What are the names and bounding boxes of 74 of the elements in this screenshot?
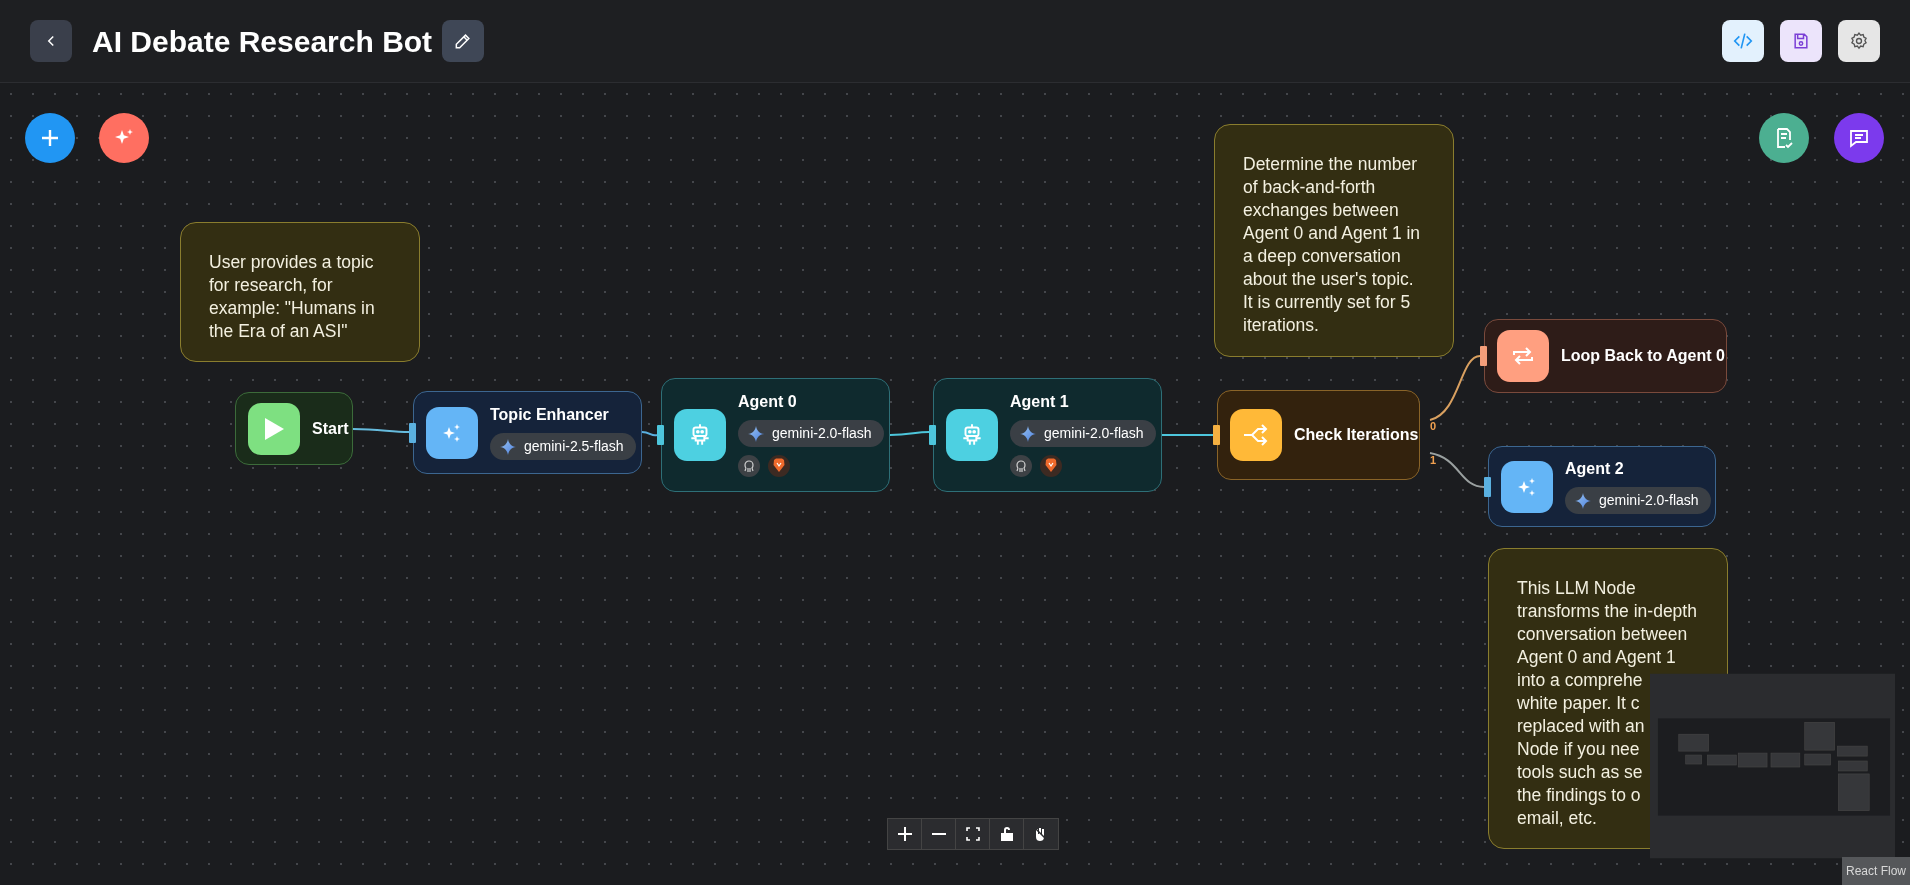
note-text-line: conversation between xyxy=(1517,623,1688,646)
connection-handle[interactable] xyxy=(1484,476,1491,497)
node-title: Loop Back to Agent 0 xyxy=(1561,346,1725,366)
add-node-button[interactable] xyxy=(25,113,75,163)
connector-line xyxy=(352,428,410,433)
workflow-node[interactable]: Agent 0 gemini-2.0-flash xyxy=(661,378,890,492)
workflow-node[interactable]: Agent 2 gemini-2.0-flash xyxy=(1488,446,1716,527)
workflow-node[interactable]: Topic Enhancer gemini-2.5-flash xyxy=(413,391,642,474)
workflow-node[interactable]: Check Iterations xyxy=(1217,390,1420,480)
note-text-line: This LLM Node xyxy=(1517,577,1636,600)
shield-icon xyxy=(768,454,790,477)
note-text-line: replaced with an xyxy=(1517,715,1645,738)
model-chip: gemini-2.0-flash xyxy=(1565,487,1711,515)
output-label: 1 xyxy=(1430,453,1437,468)
node-title: Agent 0 xyxy=(738,392,798,412)
workflow-node[interactable]: Agent 1 gemini-2.0-flash xyxy=(933,378,1162,492)
model-chip: gemini-2.5-flash xyxy=(490,433,636,461)
sparkle-icon xyxy=(1501,460,1553,513)
gemini-star-icon xyxy=(500,438,516,455)
code-button[interactable] xyxy=(1722,20,1764,62)
connector-line xyxy=(1429,452,1485,488)
connection-handle[interactable] xyxy=(657,425,664,445)
node-title: Agent 2 xyxy=(1565,459,1625,480)
workflow-node[interactable]: Start xyxy=(235,392,353,465)
node-title: Topic Enhancer xyxy=(490,405,610,426)
flow-title: AI Debate Research Bot xyxy=(92,23,433,60)
padlock-icon xyxy=(999,826,1014,842)
note-text-line: the findings to o xyxy=(1517,784,1641,807)
repeat-icon xyxy=(1497,330,1549,382)
sparkle-button[interactable] xyxy=(99,113,149,163)
validate-button[interactable] xyxy=(1759,113,1809,163)
node-title: Start xyxy=(312,418,349,439)
connector-line xyxy=(1429,355,1481,421)
play-icon xyxy=(248,402,300,455)
gemini-star-icon xyxy=(1575,492,1591,509)
note-text-line: into a comprehe xyxy=(1517,669,1643,692)
workflow-node[interactable]: Loop Back to Agent 0 xyxy=(1484,319,1727,393)
settings-button[interactable] xyxy=(1838,20,1880,62)
note-text-line: transforms the in-depth xyxy=(1517,600,1697,623)
note-text-line: white paper. It c xyxy=(1517,692,1640,715)
note-text-line: email, etc. xyxy=(1517,807,1597,830)
robot-icon xyxy=(674,409,726,461)
note-text-line: Node if you nee xyxy=(1517,738,1640,761)
connector-line xyxy=(889,431,930,436)
connection-handle[interactable] xyxy=(929,425,936,445)
note-text: Determine the number of back-and-forth exchanges between Agent 0 and Agent 1 in a deep conversation about the user's topic. It is currently set for 5 iterations. xyxy=(1243,153,1422,337)
edit-button[interactable] xyxy=(442,20,485,62)
gemini-star-icon xyxy=(1020,425,1036,442)
minus-icon xyxy=(930,832,947,836)
split-arrows-icon xyxy=(1230,409,1282,461)
attribution-link[interactable]: React Flow xyxy=(1841,857,1910,885)
shield-icon xyxy=(1040,454,1062,477)
save-button[interactable] xyxy=(1780,20,1822,62)
note-text: User provides a topic for research, for example: "Humans in the Era of an ASI" xyxy=(209,251,376,343)
model-chip: gemini-2.0-flash xyxy=(738,420,884,447)
gemini-star-icon xyxy=(748,425,764,442)
connection-handle[interactable] xyxy=(1480,346,1487,366)
note-text-line: Agent 0 and Agent 1 xyxy=(1517,646,1676,669)
connector-line xyxy=(1161,434,1214,436)
chat-button[interactable] xyxy=(1834,113,1884,163)
node-title: Agent 1 xyxy=(1010,392,1070,412)
note-text-line: tools such as se xyxy=(1517,761,1643,784)
output-label: 0 xyxy=(1430,419,1437,434)
plus-icon xyxy=(896,826,913,842)
connection-handle[interactable] xyxy=(409,422,416,443)
frame-corners-icon xyxy=(965,827,980,841)
connection-handle[interactable] xyxy=(1213,425,1220,445)
node-title: Check Iterations xyxy=(1294,425,1419,445)
gear-icon xyxy=(1849,31,1869,51)
model-chip: gemini-2.0-flash xyxy=(1010,420,1156,447)
sparkle-icon xyxy=(426,406,478,459)
floppy-disk-icon xyxy=(1791,31,1811,51)
robot-icon xyxy=(946,409,998,461)
connector-line xyxy=(641,431,658,437)
